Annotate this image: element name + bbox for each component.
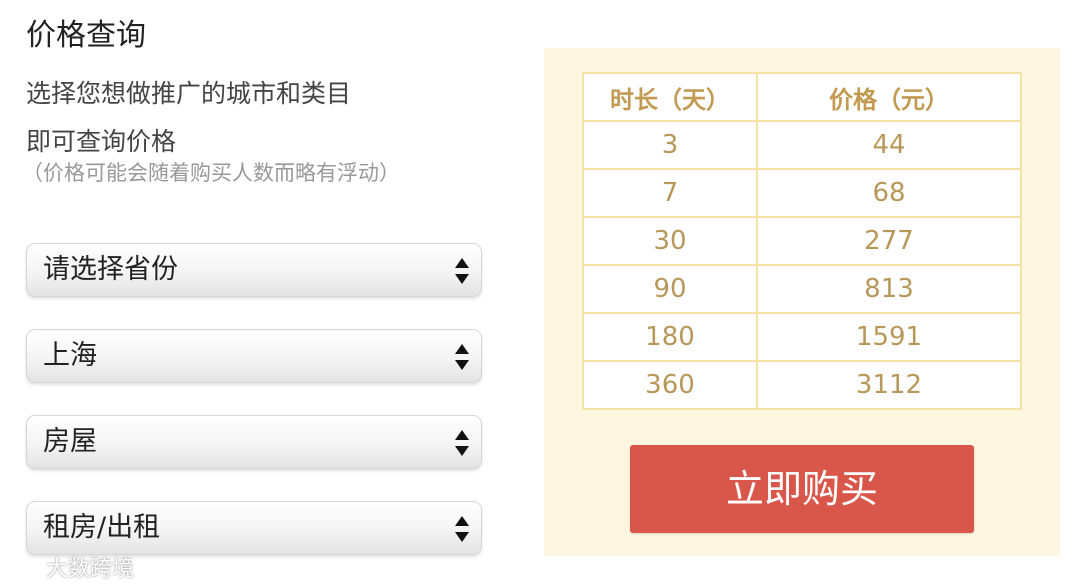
days-cell: 30 (582, 216, 758, 266)
price-table-header: 时长（天） 价格（元） (582, 72, 1022, 122)
page: 价格查询 选择您想做推广的城市和类目 即可查询价格 （价格可能会随着购买人数而略… (0, 0, 1080, 587)
price-panel: 时长（天） 价格（元） 3 44 7 68 30 277 90 813 180 … (544, 48, 1060, 556)
description-line-1: 选择您想做推广的城市和类目 (26, 79, 352, 108)
price-cell: 813 (756, 264, 1022, 314)
table-row: 3 44 (582, 120, 1022, 170)
header-price: 价格（元） (756, 72, 1022, 122)
select-arrows-icon (455, 258, 469, 284)
table-row: 180 1591 (582, 312, 1022, 362)
city-select-value: 上海 (43, 340, 97, 371)
header-days: 时长（天） (582, 72, 758, 122)
price-cell: 1591 (756, 312, 1022, 362)
select-arrows-icon (455, 430, 469, 456)
city-select[interactable]: 上海 (26, 329, 482, 383)
price-note: （价格可能会随着购买人数而略有浮动） (22, 161, 400, 185)
select-arrows-icon (455, 344, 469, 370)
province-select-value: 请选择省份 (43, 254, 178, 285)
subcategory-select[interactable]: 租房/出租 (26, 501, 482, 555)
province-select[interactable]: 请选择省份 (26, 243, 482, 297)
description-line-2: 即可查询价格 (26, 127, 177, 156)
category-select-value: 房屋 (43, 426, 97, 457)
table-row: 360 3112 (582, 360, 1022, 410)
select-arrows-icon (455, 516, 469, 542)
price-cell: 44 (756, 120, 1022, 170)
price-cell: 277 (756, 216, 1022, 266)
watermark-logo-icon (8, 558, 40, 576)
price-cell: 68 (756, 168, 1022, 218)
days-cell: 90 (582, 264, 758, 314)
days-cell: 7 (582, 168, 758, 218)
price-table: 时长（天） 价格（元） 3 44 7 68 30 277 90 813 180 … (582, 72, 1022, 410)
table-row: 30 277 (582, 216, 1022, 266)
category-select[interactable]: 房屋 (26, 415, 482, 469)
subcategory-select-value: 租房/出租 (43, 512, 161, 543)
table-row: 7 68 (582, 168, 1022, 218)
table-row: 90 813 (582, 264, 1022, 314)
price-cell: 3112 (756, 360, 1022, 410)
watermark: 大数跨境 (8, 550, 134, 584)
days-cell: 3 (582, 120, 758, 170)
description: 选择您想做推广的城市和类目 即可查询价格 (26, 70, 496, 166)
buy-now-button[interactable]: 立即购买 (630, 445, 974, 533)
page-title: 价格查询 (26, 18, 146, 53)
watermark-text: 大数跨境 (46, 557, 135, 582)
days-cell: 360 (582, 360, 758, 410)
query-intro: 价格查询 选择您想做推广的城市和类目 即可查询价格 （价格可能会随着购买人数而略… (22, 14, 496, 186)
days-cell: 180 (582, 312, 758, 362)
